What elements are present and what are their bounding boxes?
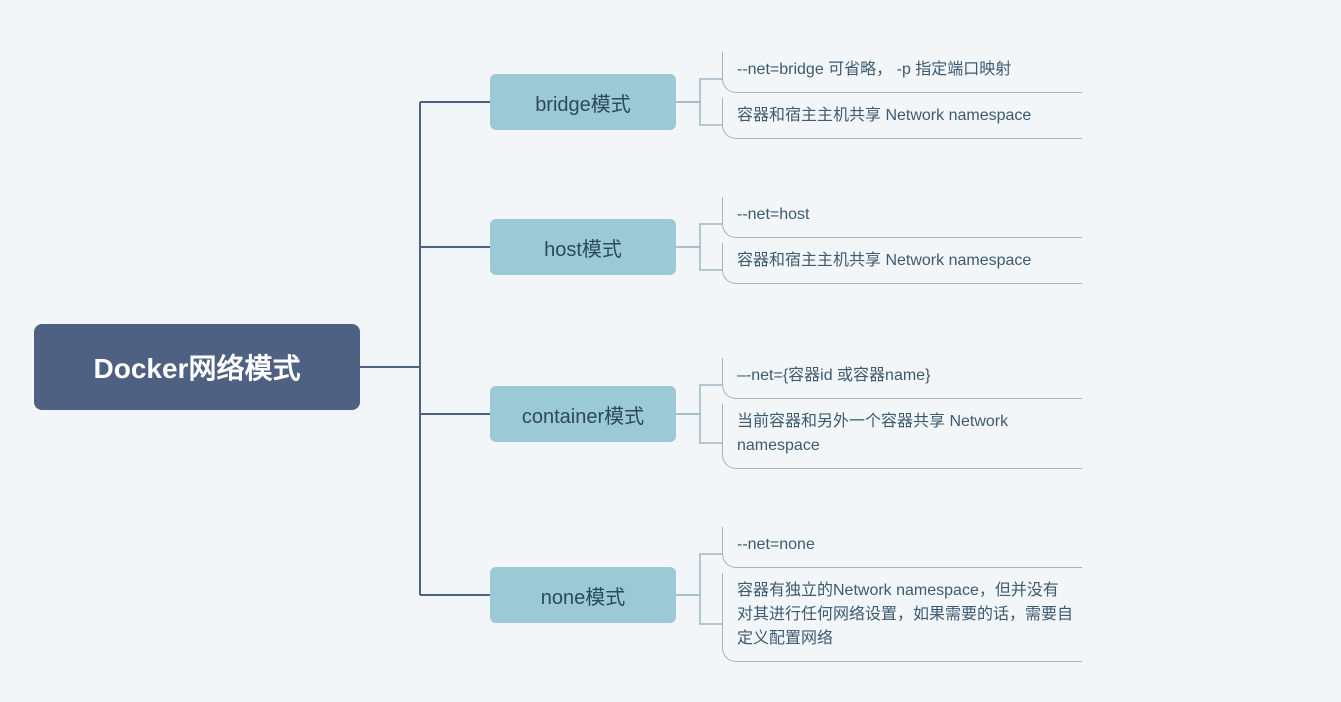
leaf-host-1[interactable]: 容器和宿主主机共享 Network namespace <box>722 243 1082 284</box>
leaf-none-0[interactable]: --net=none <box>722 527 1082 568</box>
branch-bridge[interactable]: bridge模式 <box>490 74 676 130</box>
leaf-none-1[interactable]: 容器有独立的Network namespace，但并没有对其进行任何网络设置，如… <box>722 573 1082 662</box>
root-title: Docker网络模式 <box>94 347 301 387</box>
leaf-text: 容器有独立的Network namespace，但并没有对其进行任何网络设置，如… <box>737 582 1073 647</box>
leaf-text: 容器和宿主主机共享 Network namespace <box>737 107 1031 124</box>
leaf-container-0[interactable]: –-net={容器id 或容器name} <box>722 358 1082 399</box>
branch-label: none模式 <box>541 581 626 610</box>
branch-none[interactable]: none模式 <box>490 567 676 623</box>
leaf-bridge-0[interactable]: --net=bridge 可省略， -p 指定端口映射 <box>722 52 1082 93</box>
branch-label: host模式 <box>544 233 622 262</box>
leaf-text: --net=bridge 可省略， -p 指定端口映射 <box>737 61 1011 78</box>
branch-host[interactable]: host模式 <box>490 219 676 275</box>
leaf-text: 容器和宿主主机共享 Network namespace <box>737 252 1031 269</box>
leaf-host-0[interactable]: --net=host <box>722 197 1082 238</box>
leaf-text: –-net={容器id 或容器name} <box>737 367 930 384</box>
branch-label: container模式 <box>522 400 644 429</box>
branch-container[interactable]: container模式 <box>490 386 676 442</box>
leaf-bridge-1[interactable]: 容器和宿主主机共享 Network namespace <box>722 98 1082 139</box>
leaf-text: --net=none <box>737 536 815 553</box>
branch-label: bridge模式 <box>535 88 631 117</box>
leaf-text: --net=host <box>737 206 809 223</box>
leaf-container-1[interactable]: 当前容器和另外一个容器共享 Network namespace <box>722 404 1082 469</box>
root-node[interactable]: Docker网络模式 <box>34 324 360 410</box>
leaf-text: 当前容器和另外一个容器共享 Network namespace <box>737 413 1008 454</box>
